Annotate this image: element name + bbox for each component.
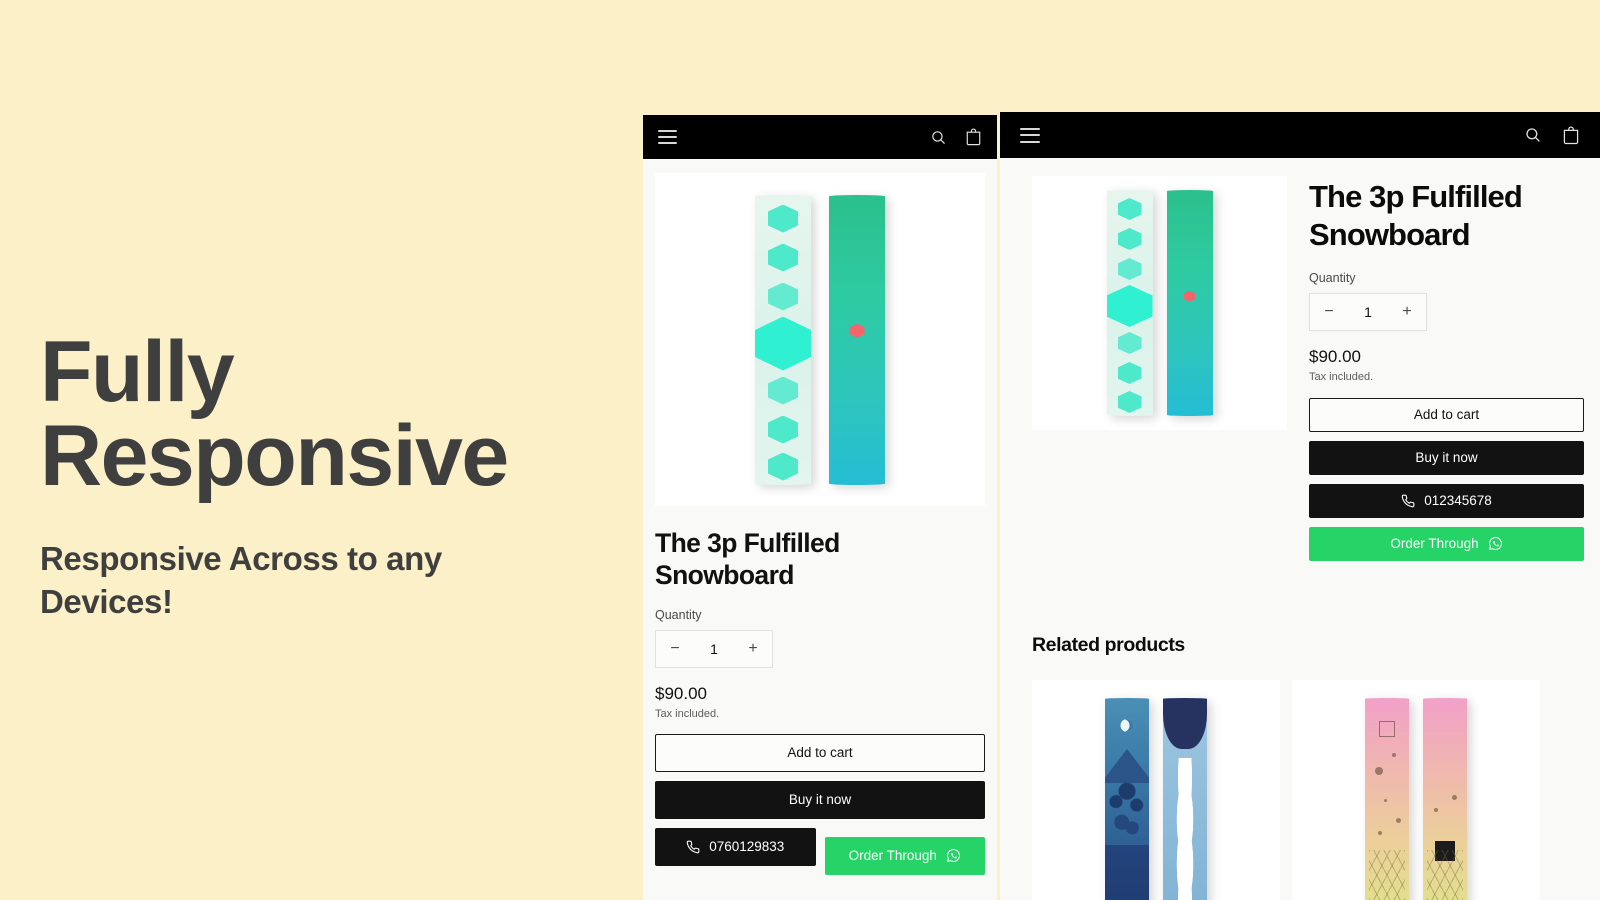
mobile-add-to-cart-button[interactable]: Add to cart xyxy=(655,733,985,772)
desktop-quantity-label: Quantity xyxy=(1309,270,1356,285)
page-title: Fully Responsive xyxy=(40,324,620,505)
mobile-tax-note: Tax included. xyxy=(655,707,720,720)
mobile-product-gallery[interactable] xyxy=(655,173,985,506)
desktop-buy-it-now-button[interactable]: Buy it now xyxy=(1309,440,1584,475)
cart-icon xyxy=(1563,125,1579,144)
mobile-phone-number: 0760129833 xyxy=(709,839,785,855)
desktop-header xyxy=(1000,112,1600,158)
phone-icon xyxy=(1401,494,1415,508)
hero-title-line-1: Fully xyxy=(40,324,235,420)
hero-subtitle-line-2: Devices! xyxy=(40,583,173,621)
desktop-quantity-value[interactable]: 1 xyxy=(1348,304,1388,320)
mobile-search-button[interactable] xyxy=(930,129,947,146)
mobile-order-through-whatsapp-button[interactable]: Order Through xyxy=(824,836,985,875)
desktop-phone-number: 012345678 xyxy=(1424,493,1492,509)
desktop-cart-button[interactable] xyxy=(1562,125,1580,145)
blue-winter-snowboard-back-art xyxy=(1163,698,1207,900)
desktop-add-to-cart-button[interactable]: Add to cart xyxy=(1309,397,1584,432)
hero-section: Fully Responsive Responsive Across to an… xyxy=(40,324,620,624)
mobile-header xyxy=(643,115,997,159)
snowboard-front-art xyxy=(755,194,811,485)
mobile-product-title: The 3p Fulfilled Snowboard xyxy=(655,528,840,590)
related-products-grid xyxy=(1032,680,1540,900)
snowboard-back-art xyxy=(829,194,885,485)
search-icon xyxy=(932,130,945,144)
mobile-product-price: $90.00 xyxy=(655,683,707,703)
mobile-preview-panel: The 3p Fulfilled Snowboard Quantity − 1 … xyxy=(643,115,997,900)
search-icon xyxy=(1526,128,1540,142)
desktop-search-button[interactable] xyxy=(1524,126,1542,144)
related-product-card-1[interactable] xyxy=(1032,680,1280,900)
desktop-content: The 3p Fulfilled Snowboard Quantity − 1 … xyxy=(1000,158,1600,561)
whatsapp-icon xyxy=(946,849,960,863)
mobile-cart-button[interactable] xyxy=(965,128,982,146)
mobile-phone-button[interactable]: 0760129833 xyxy=(655,827,816,866)
mobile-action-buttons: Add to cart Buy it now 0760129833 Order … xyxy=(655,733,985,875)
mobile-quantity-increase[interactable]: + xyxy=(734,631,772,667)
desktop-phone-button[interactable]: 012345678 xyxy=(1309,483,1584,518)
mobile-quantity-value[interactable]: 1 xyxy=(694,641,734,657)
desktop-product-price: $90.00 xyxy=(1309,346,1361,366)
desktop-gallery-column xyxy=(1032,176,1287,561)
mobile-contact-row: 0760129833 Order Through xyxy=(655,827,985,875)
mobile-buy-it-now-button[interactable]: Buy it now xyxy=(655,780,985,819)
mobile-quantity-decrease[interactable]: − xyxy=(656,631,694,667)
desktop-quantity-increase[interactable]: + xyxy=(1388,294,1426,330)
desktop-quantity-stepper[interactable]: − 1 + xyxy=(1309,292,1427,331)
mobile-menu-button[interactable] xyxy=(658,126,677,148)
hamburger-icon xyxy=(658,126,677,148)
mobile-order-through-label: Order Through xyxy=(848,848,937,864)
related-products-heading: Related products xyxy=(1032,634,1185,656)
whatsapp-icon xyxy=(1488,537,1502,551)
mobile-quantity-stepper[interactable]: − 1 + xyxy=(655,629,773,668)
desktop-product-gallery[interactable] xyxy=(1032,176,1287,430)
snowboard-front-art xyxy=(1106,190,1153,416)
pink-gradient-snowboard-back-art xyxy=(1423,698,1467,900)
desktop-menu-button[interactable] xyxy=(1020,123,1040,147)
blue-winter-snowboard-front-art xyxy=(1105,698,1149,900)
desktop-action-buttons: Add to cart Buy it now 012345678 Order T… xyxy=(1309,397,1584,561)
cart-icon xyxy=(966,128,981,146)
related-product-card-2[interactable] xyxy=(1292,680,1540,900)
pink-gradient-snowboard-front-art xyxy=(1365,698,1409,900)
hero-subtitle-line-1: Responsive Across to any xyxy=(40,539,442,577)
hamburger-icon xyxy=(1020,123,1040,147)
desktop-order-through-label: Order Through xyxy=(1390,536,1479,552)
desktop-quantity-decrease[interactable]: − xyxy=(1310,294,1348,330)
desktop-preview-panel: The 3p Fulfilled Snowboard Quantity − 1 … xyxy=(1000,112,1600,900)
desktop-order-through-whatsapp-button[interactable]: Order Through xyxy=(1309,526,1584,561)
desktop-tax-note: Tax included. xyxy=(1309,370,1374,383)
hero-title-line-2: Responsive xyxy=(40,408,509,505)
mobile-quantity-label: Quantity xyxy=(655,607,702,622)
mobile-content: The 3p Fulfilled Snowboard Quantity − 1 … xyxy=(643,173,997,875)
desktop-product-title: The 3p Fulfilled Snowboard xyxy=(1309,179,1523,253)
hero-subtitle: Responsive Across to any Devices! xyxy=(40,537,620,624)
snowboard-back-art xyxy=(1166,190,1213,416)
phone-icon xyxy=(686,840,700,853)
desktop-product-info: The 3p Fulfilled Snowboard Quantity − 1 … xyxy=(1309,176,1584,561)
